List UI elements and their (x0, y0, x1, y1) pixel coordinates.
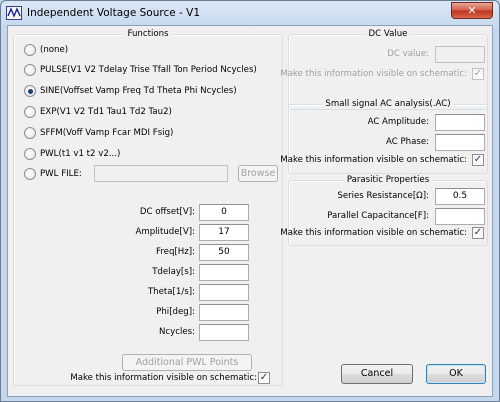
pwl-file-input[interactable] (94, 165, 228, 182)
phi-input[interactable] (199, 304, 249, 321)
ac-amplitude-label: AC Amplitude: (367, 117, 429, 127)
cancel-button[interactable]: Cancel (341, 364, 413, 384)
tdelay-input[interactable] (199, 264, 249, 281)
radio-button[interactable] (24, 148, 36, 160)
functions-group: Functions (none) PULSE(V1 V2 Tdelay Tris… (13, 29, 283, 386)
ac-analysis-group: Small signal AC analysis(.AC) AC Amplitu… (280, 99, 488, 174)
radio-button[interactable] (24, 106, 36, 118)
ncycles-label: Ncycles: (158, 327, 195, 337)
radio-button[interactable] (24, 127, 36, 139)
theta-label: Theta[1/s]: (147, 287, 195, 297)
dc-value-group-title: DC Value (289, 29, 487, 40)
ac-phase-input[interactable] (435, 134, 485, 151)
radio-exp[interactable]: EXP(V1 V2 Td1 Tau1 Td2 Tau2) (24, 105, 172, 119)
tdelay-label: Tdelay[s]: (152, 267, 195, 277)
radio-pwl[interactable]: PWL(t1 v1 t2 v2...) (24, 147, 120, 161)
radio-button-checked[interactable] (24, 85, 36, 97)
dc-offset-input[interactable]: 0 (199, 204, 249, 221)
parasitic-group-title: Parasitic Properties (289, 175, 487, 186)
dc-value-input[interactable] (435, 46, 485, 63)
radio-none[interactable]: (none) (24, 43, 68, 57)
parasitic-group: Parasitic Properties Series Resistance[Ω… (280, 175, 488, 246)
parallel-capacitance-label: Parallel Capacitance[F]: (327, 211, 429, 221)
window-title: Independent Voltage Source - V1 (27, 7, 201, 19)
freq-label: Freq[Hz]: (156, 247, 195, 257)
functions-group-title: Functions (14, 29, 282, 40)
dialog-client-area: Functions (none) PULSE(V1 V2 Tdelay Tris… (7, 25, 493, 397)
freq-input[interactable]: 50 (199, 244, 249, 261)
radio-pwl-file[interactable]: PWL FILE: (24, 167, 82, 181)
ltspice-app-icon (6, 6, 22, 20)
dc-value-visible-checkbox[interactable]: ✓ (472, 68, 484, 80)
ac-phase-label: AC Phase: (385, 137, 429, 147)
theta-input[interactable] (199, 284, 249, 301)
dc-value-visible-label: Make this information visible on schemat… (280, 69, 467, 79)
series-resistance-input[interactable]: 0.5 (435, 188, 485, 205)
parasitic-visible-label: Make this information visible on schemat… (280, 228, 467, 238)
close-button[interactable]: ✕ (451, 2, 493, 19)
radio-button[interactable] (24, 168, 36, 180)
functions-visible-checkbox[interactable]: ✓ (258, 372, 270, 384)
parasitic-visible-checkbox[interactable]: ✓ (472, 227, 484, 239)
radio-pulse[interactable]: PULSE(V1 V2 Tdelay Trise Tfall Ton Perio… (24, 63, 257, 77)
dc-offset-label: DC offset[V]: (139, 207, 195, 217)
series-resistance-label: Series Resistance[Ω]: (337, 191, 429, 201)
dialog-window: Independent Voltage Source - V1 ✕ Functi… (0, 0, 500, 402)
dc-value-label: DC value: (387, 49, 429, 59)
ac-amplitude-input[interactable] (435, 114, 485, 131)
radio-button[interactable] (24, 44, 36, 56)
ac-visible-checkbox[interactable]: ✓ (472, 154, 484, 166)
phi-label: Phi[deg]: (156, 307, 195, 317)
title-bar[interactable]: Independent Voltage Source - V1 ✕ (1, 1, 499, 25)
ac-visible-label: Make this information visible on schemat… (280, 155, 467, 165)
amplitude-input[interactable]: 17 (199, 224, 249, 241)
ac-analysis-group-title: Small signal AC analysis(.AC) (289, 99, 487, 110)
radio-sffm[interactable]: SFFM(Voff Vamp Fcar MDI Fsig) (24, 126, 173, 140)
parallel-capacitance-input[interactable] (435, 208, 485, 225)
ncycles-input[interactable] (199, 324, 249, 341)
additional-pwl-points-button[interactable]: Additional PWL Points (122, 354, 252, 371)
amplitude-label: Amplitude[V]: (135, 227, 195, 237)
ok-button[interactable]: OK (426, 364, 486, 384)
radio-button[interactable] (24, 64, 36, 76)
radio-sine[interactable]: SINE(Voffset Vamp Freq Td Theta Phi Ncyc… (24, 84, 237, 98)
browse-button[interactable]: Browse (238, 165, 278, 182)
functions-visible-label: Make this information visible on schemat… (70, 373, 257, 383)
